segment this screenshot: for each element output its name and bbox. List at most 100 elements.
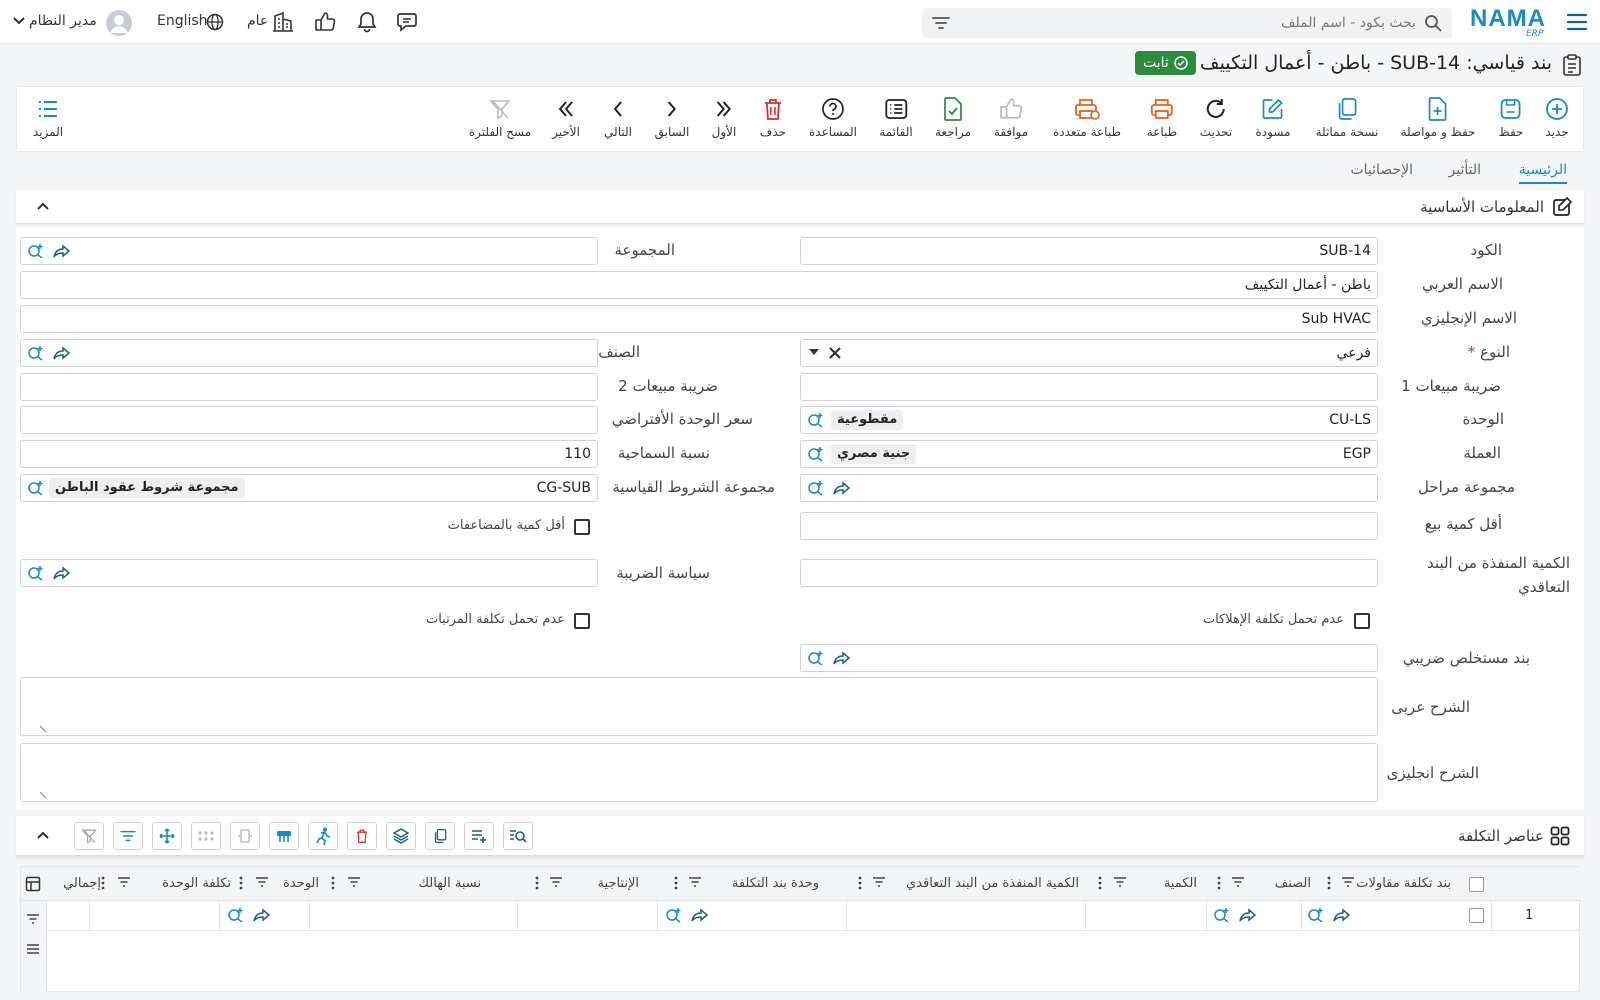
more-button[interactable]: المزيد [33, 95, 63, 139]
grid-columns-button[interactable] [269, 822, 299, 850]
default-unit-price-field[interactable] [20, 406, 598, 434]
stages-group-field[interactable] [800, 474, 1378, 502]
globe-icon[interactable] [206, 13, 224, 31]
column-menu-icon[interactable] [331, 876, 335, 890]
search-plus-icon[interactable] [807, 650, 825, 666]
currency-field[interactable]: EGP جنية مصري [800, 440, 1378, 468]
sales-tax1-field[interactable] [800, 373, 1378, 401]
search-plus-icon[interactable] [665, 907, 683, 923]
search-icon[interactable] [1424, 14, 1442, 32]
grid-add-rows-button[interactable] [464, 822, 494, 850]
share-arrow-icon[interactable] [53, 243, 71, 259]
new-button[interactable]: جديد [1545, 95, 1569, 139]
resize-handle-icon[interactable] [39, 725, 47, 733]
grid-layers-button[interactable] [386, 822, 416, 850]
save-continue-button[interactable]: حفظ و مواصلة [1401, 95, 1475, 139]
grid-fit-button[interactable] [230, 822, 260, 850]
tab-impact[interactable]: التأثير [1449, 162, 1482, 178]
column-menu-icon[interactable] [858, 876, 862, 890]
duplicate-button[interactable]: نسخة مماثلة [1316, 95, 1378, 139]
menu-icon[interactable] [1566, 12, 1588, 32]
min-sale-qty-field[interactable] [800, 512, 1378, 540]
next-button[interactable]: التالي [604, 95, 632, 139]
col-unit[interactable]: الوحدة [283, 876, 319, 891]
share-arrow-icon[interactable] [1333, 907, 1351, 923]
refresh-button[interactable]: تحديث [1200, 95, 1232, 139]
last-button[interactable]: الأخير [552, 95, 580, 139]
chevron-up-icon[interactable] [36, 829, 50, 841]
column-filter-icon[interactable] [549, 876, 563, 888]
print-button[interactable]: طباعة [1147, 95, 1177, 139]
col-contract-cost-item[interactable]: بند تكلفة مقاولات [1356, 876, 1451, 891]
col-productivity[interactable]: الإنتاجية [598, 876, 639, 891]
user-name[interactable]: مدير النظام [29, 13, 97, 29]
english-name-field[interactable]: Sub HVAC [20, 305, 1378, 333]
search-plus-icon[interactable] [807, 412, 825, 428]
delete-button[interactable]: حذف [760, 95, 786, 139]
search-plus-icon[interactable] [227, 907, 245, 923]
min-qty-multiples-checkbox[interactable] [574, 519, 590, 535]
sales-tax2-field[interactable] [20, 373, 598, 401]
share-arrow-icon[interactable] [53, 565, 71, 581]
filter-icon[interactable] [26, 913, 40, 925]
share-arrow-icon[interactable] [833, 480, 851, 496]
chevron-down-icon[interactable] [12, 16, 26, 26]
arabic-name-field[interactable]: باطن - أعمال التكييف [20, 271, 1378, 299]
grid-move-button[interactable] [152, 822, 182, 850]
table-settings-icon[interactable] [25, 876, 41, 892]
tab-statistics[interactable]: الإحصائيات [1350, 162, 1413, 178]
column-menu-icon[interactable] [1327, 876, 1331, 890]
chat-icon[interactable] [397, 11, 421, 33]
column-filter-icon[interactable] [117, 876, 131, 888]
no-depreciation-checkbox[interactable] [1354, 613, 1370, 629]
tax-deduction-field[interactable] [800, 644, 1378, 672]
review-button[interactable]: مراجعة [935, 95, 971, 139]
resize-handle-icon[interactable] [39, 791, 47, 799]
caret-down-icon[interactable] [809, 348, 819, 356]
group-field[interactable] [20, 237, 598, 265]
list-button[interactable]: القائمة [879, 95, 913, 139]
col-total[interactable]: إجمالي [63, 876, 101, 891]
cost-elements-header[interactable]: عناصر التكلفة [16, 816, 1584, 856]
select-all-checkbox[interactable] [1469, 877, 1484, 892]
table-row[interactable]: 1 [21, 901, 1581, 931]
first-button[interactable]: الأول [712, 95, 736, 139]
col-cost-item-unit[interactable]: وحدة بند التكلفة [732, 876, 819, 891]
code-field[interactable]: SUB-14 [800, 237, 1378, 265]
tab-main[interactable]: الرئيسية [1518, 162, 1567, 184]
language-switch[interactable]: English [157, 13, 208, 29]
building-icon[interactable] [272, 11, 294, 33]
type-select[interactable]: فرعي [800, 339, 1378, 367]
search-plus-icon[interactable] [807, 446, 825, 462]
basic-info-header[interactable]: المعلومات الأساسية [16, 190, 1584, 224]
row-checkbox[interactable] [1469, 908, 1484, 923]
share-arrow-icon[interactable] [253, 907, 271, 923]
column-filter-icon[interactable] [347, 876, 361, 888]
menu-icon[interactable] [26, 943, 40, 955]
std-terms-field[interactable]: CG-SUB مجموعة شروط عقود الباطن [20, 474, 598, 502]
column-filter-icon[interactable] [872, 876, 886, 888]
column-menu-icon[interactable] [535, 876, 539, 890]
search-plus-icon[interactable] [27, 243, 45, 259]
column-menu-icon[interactable] [674, 876, 678, 890]
unit-field[interactable]: CU-LS مقطوعية [800, 406, 1378, 434]
share-arrow-icon[interactable] [833, 650, 851, 666]
grid-search-button[interactable] [503, 822, 533, 850]
tax-policy-field[interactable] [20, 559, 598, 587]
grid-copy-button[interactable] [425, 822, 455, 850]
bell-icon[interactable] [356, 11, 378, 33]
col-waste-ratio[interactable]: نسبة الهالك [418, 876, 481, 891]
search-plus-icon[interactable] [27, 480, 45, 496]
column-menu-icon[interactable] [1217, 876, 1221, 890]
column-menu-icon[interactable] [1098, 876, 1102, 890]
branch-label[interactable]: عام [247, 13, 268, 29]
col-quantity[interactable]: الكمية [1164, 876, 1197, 891]
previous-button[interactable]: السابق [655, 95, 689, 139]
save-button[interactable]: حفظ [1499, 95, 1523, 139]
col-unit-cost[interactable]: تكلفة الوحدة [162, 876, 231, 891]
col-category[interactable]: الصنف [1275, 876, 1311, 891]
chevron-up-icon[interactable] [36, 200, 50, 212]
thumbs-up-icon[interactable] [314, 11, 336, 33]
clear-filter-button[interactable]: مسح الفلترة [469, 95, 531, 139]
executed-qty-field[interactable] [800, 559, 1378, 587]
